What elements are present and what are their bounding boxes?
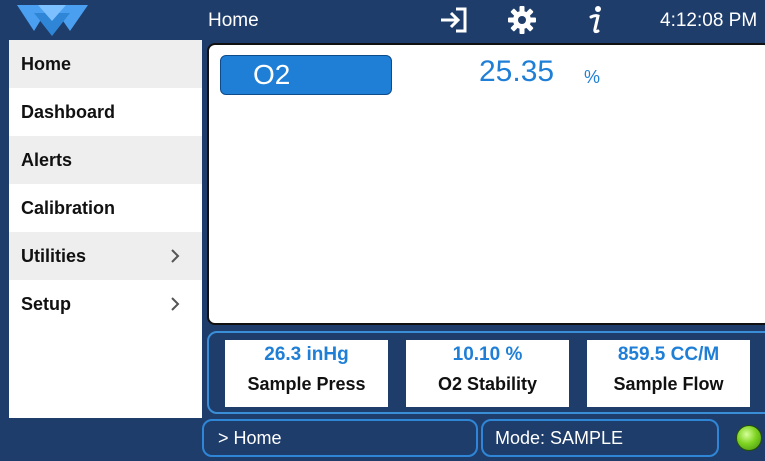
- gas-selector-button[interactable]: O2: [220, 55, 392, 95]
- sidebar-item-utilities[interactable]: Utilities: [9, 232, 202, 280]
- breadcrumb[interactable]: > Home: [202, 419, 478, 457]
- meter-value: 859.5 CC/M: [617, 344, 720, 365]
- meter-value: 10.10 %: [452, 344, 523, 365]
- sidebar-item-home[interactable]: Home: [9, 40, 202, 88]
- gear-icon[interactable]: [505, 4, 539, 36]
- sidebar-item-alerts[interactable]: Alerts: [9, 136, 202, 184]
- sidebar: Home Dashboard Alerts Calibration Utilit…: [9, 40, 202, 418]
- concentration-unit: %: [584, 67, 601, 87]
- meter-o2-stability[interactable]: 10.10 % O2 Stability: [406, 340, 569, 407]
- sidebar-item-label: Utilities: [21, 245, 87, 266]
- meter-sample-flow[interactable]: 859.5 CC/M Sample Flow: [587, 340, 750, 407]
- sidebar-item-label: Setup: [21, 293, 72, 314]
- meter-sample-press[interactable]: 26.3 inHg Sample Press: [225, 340, 388, 407]
- exit-icon[interactable]: [436, 4, 470, 36]
- page-title: Home: [208, 10, 259, 31]
- meter-label: Sample Flow: [613, 374, 724, 394]
- concentration-panel: O2 25.35 %: [207, 43, 765, 325]
- sidebar-item-label: Dashboard: [21, 101, 116, 122]
- sidebar-item-label: Calibration: [21, 197, 116, 218]
- status-led-icon: [736, 425, 762, 451]
- sidebar-item-label: Alerts: [21, 149, 73, 170]
- chevron-right-icon: [171, 249, 180, 263]
- company-logo: [12, 3, 92, 37]
- mode-indicator: Mode: SAMPLE: [481, 419, 719, 457]
- meter-value: 26.3 inHg: [264, 344, 349, 365]
- clock: 4:12:08 PM: [660, 10, 758, 31]
- info-icon[interactable]: [583, 4, 609, 36]
- meter-strip: 26.3 inHg Sample Press 10.10 % O2 Stabil…: [207, 331, 765, 414]
- meter-label: Sample Press: [247, 374, 366, 394]
- sidebar-item-label: Home: [21, 53, 72, 74]
- sidebar-item-setup[interactable]: Setup: [9, 280, 202, 328]
- chevron-right-icon: [171, 297, 180, 311]
- sidebar-item-dashboard[interactable]: Dashboard: [9, 88, 202, 136]
- meter-label: O2 Stability: [437, 374, 538, 394]
- concentration-value: 25.35: [479, 55, 555, 88]
- sidebar-item-calibration[interactable]: Calibration: [9, 184, 202, 232]
- app-frame: Home 4:12:08 PM Home Dashboard Alerts Ca…: [0, 0, 765, 461]
